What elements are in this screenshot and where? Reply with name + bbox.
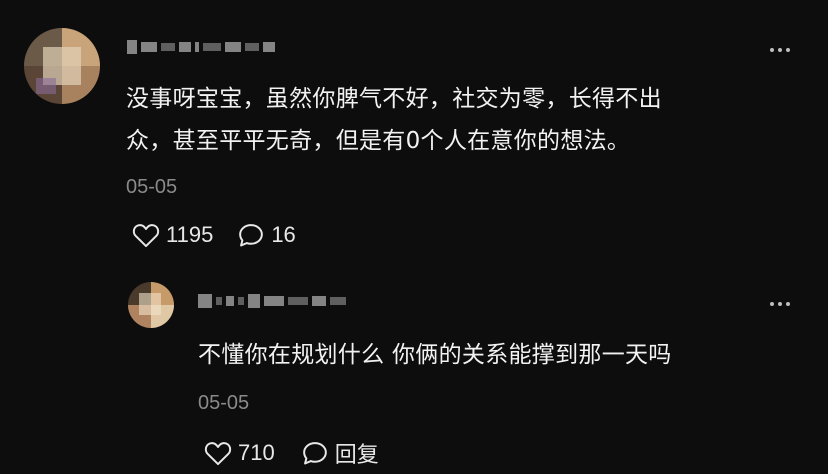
reply-date: 05-05 [198,392,250,414]
more-dots-icon[interactable] [770,302,790,306]
comment-text: 没事呀宝宝，虽然你脾气不好，社交为零，长得不出 众，甚至平平无奇，但是有0个人在… [126,78,806,162]
avatar[interactable] [128,282,174,328]
reply-button[interactable]: 16 [237,222,296,248]
like-button[interactable]: 710 [204,440,275,466]
reply-text: 不懂你在规划什么 你俩的关系能撑到那一天吗 [198,342,672,368]
heart-outline-icon [204,442,232,466]
username-blurred[interactable] [198,292,346,310]
comment-actions: 1195 16 [132,222,296,248]
like-count: 1195 [166,222,214,247]
comment-item: 没事呀宝宝，虽然你脾气不好，社交为零，长得不出 众，甚至平平无奇，但是有0个人在… [0,0,828,270]
username-blurred[interactable] [127,38,275,56]
comment-date: 05-05 [126,176,178,198]
like-count: 710 [238,440,275,465]
reply-count: 16 [271,222,296,247]
reply-item: 不懂你在规划什么 你俩的关系能撑到那一天吗 05-05 710 回复 [0,270,828,474]
comment-text-line: 没事呀宝宝，虽然你脾气不好，社交为零，长得不出 [126,86,662,112]
like-button[interactable]: 1195 [132,222,213,248]
speech-bubble-icon [302,442,327,465]
heart-outline-icon [132,224,160,248]
comment-text-line: 众，甚至平平无奇，但是有0个人在意你的想法。 [126,128,631,154]
reply-button[interactable]: 回复 [301,437,379,469]
reply-label: 回复 [334,442,379,467]
reply-actions: 710 回复 [204,437,379,469]
avatar[interactable] [24,28,100,104]
more-dots-icon[interactable] [770,48,790,52]
speech-bubble-icon [239,224,264,247]
